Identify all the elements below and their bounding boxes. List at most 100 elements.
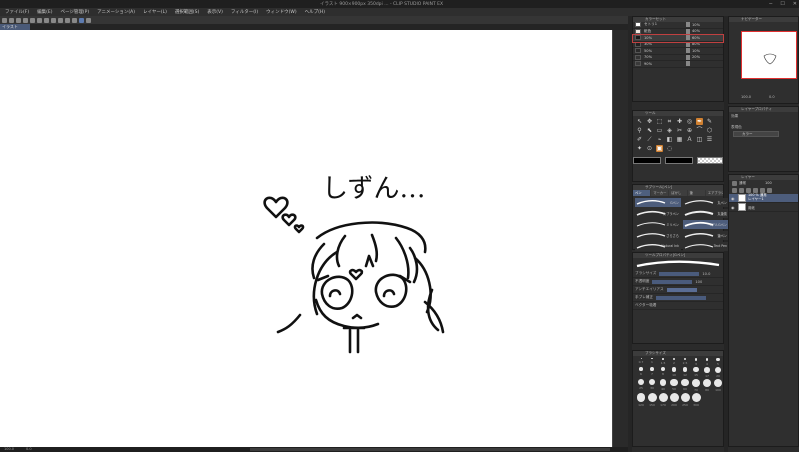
- menu-animation[interactable]: アニメーション(A): [97, 9, 135, 15]
- prop-antialias[interactable]: アンチエイリアス: [633, 286, 723, 294]
- select-tool-icon[interactable]: ⬚: [656, 118, 663, 125]
- eyedropper-tool-icon[interactable]: ◎: [686, 118, 693, 125]
- tab-blur[interactable]: ぼかし: [669, 190, 687, 196]
- brush-item[interactable]: 丸筆風: [683, 209, 729, 218]
- expression-color-select[interactable]: カラー: [733, 131, 779, 137]
- transform-icon[interactable]: [44, 17, 49, 23]
- brush-size-item[interactable]: 30: [647, 379, 657, 392]
- clip-icon[interactable]: [739, 188, 744, 193]
- canvas-vertical-scrollbar[interactable]: [612, 30, 628, 447]
- brush-size-item[interactable]: 80: [702, 379, 712, 392]
- brush-size-item[interactable]: 120: [636, 393, 646, 407]
- menu-filter[interactable]: フィルター(I): [231, 9, 258, 15]
- menu-window[interactable]: ウィンドウ(W): [266, 9, 296, 15]
- brush-size-item[interactable]: 170: [658, 393, 668, 407]
- balloon-tool-icon[interactable]: ◫: [696, 136, 703, 143]
- shape-tool-icon[interactable]: ⬡: [706, 127, 713, 134]
- brush-item[interactable]: さらさら: [635, 231, 681, 240]
- navigator-zoom[interactable]: 100.0: [741, 95, 751, 99]
- prop-stabilization[interactable]: 手ブレ補正: [633, 294, 723, 302]
- brush-size-item[interactable]: 3: [691, 358, 701, 366]
- menu-file[interactable]: ファイル(F): [5, 9, 29, 15]
- brush-item[interactable]: Text Pen: [683, 242, 729, 251]
- text-tool-icon[interactable]: Ａ: [686, 136, 693, 143]
- brush-size-item[interactable]: 200: [669, 393, 679, 407]
- correct-line-tool-icon[interactable]: ▣: [656, 145, 663, 152]
- menu-view[interactable]: 表示(V): [207, 9, 223, 15]
- brush-size-item[interactable]: 2: [669, 358, 679, 366]
- snap-special-icon[interactable]: [79, 17, 84, 23]
- maximize-button[interactable]: ☐: [780, 0, 784, 8]
- brush-size-item[interactable]: 40: [658, 379, 668, 392]
- brush-size-item[interactable]: 25: [636, 379, 646, 392]
- brush-item[interactable]: Gペン: [635, 198, 681, 207]
- color-swatch[interactable]: [635, 28, 641, 34]
- fill-tool-icon[interactable]: ◈: [666, 127, 673, 134]
- object-tool-icon[interactable]: ⬉: [646, 127, 653, 134]
- transform-tool-icon[interactable]: ✥: [646, 118, 653, 125]
- snap-ruler-icon[interactable]: [65, 17, 70, 23]
- frame-tool-icon[interactable]: ▦: [676, 136, 683, 143]
- brush-size-item[interactable]: 50: [669, 379, 679, 392]
- brush-size-item[interactable]: 100: [713, 379, 723, 392]
- pen-tool-icon[interactable]: ✒: [696, 118, 703, 125]
- navigator-angle[interactable]: 0.0: [769, 95, 775, 99]
- brush-size-item[interactable]: 1.5: [658, 358, 668, 366]
- move-tool-icon[interactable]: ↖: [636, 118, 643, 125]
- navigator-preview[interactable]: [741, 31, 797, 79]
- line-tool-icon[interactable]: ⟋: [646, 136, 653, 143]
- tab-airbrush[interactable]: エアブラシ: [705, 190, 724, 196]
- canvas-paper[interactable]: しずん…: [0, 30, 612, 447]
- save-icon[interactable]: [16, 17, 21, 23]
- ruler-tool-icon[interactable]: ☰: [706, 136, 713, 143]
- sub-color-swatch[interactable]: [665, 157, 693, 164]
- new-icon[interactable]: [2, 17, 7, 23]
- close-button[interactable]: ✕: [793, 0, 797, 8]
- prop-brush-size[interactable]: ブラシサイズ 10.0: [633, 270, 723, 278]
- brush-item[interactable]: 筆ペン: [683, 231, 729, 240]
- status-angle[interactable]: 0.0: [26, 447, 32, 452]
- brush-size-item[interactable]: 5: [713, 358, 723, 366]
- eraser-tool-icon[interactable]: ◌: [666, 145, 673, 152]
- minimize-button[interactable]: ─: [769, 0, 772, 8]
- zoom-tool-icon[interactable]: ✚: [676, 118, 683, 125]
- brush-size-item[interactable]: 17: [702, 367, 712, 378]
- cut-tool-icon[interactable]: ✂: [676, 127, 683, 134]
- color-swatch[interactable]: [635, 48, 641, 54]
- brush-size-item[interactable]: 2.5: [680, 358, 690, 366]
- brush-size-item[interactable]: 0.7: [636, 358, 646, 366]
- color-swatch[interactable]: [635, 22, 641, 28]
- invert-icon[interactable]: [58, 17, 63, 23]
- color-swatch[interactable]: [635, 35, 641, 41]
- main-color-swatch[interactable]: [633, 157, 661, 164]
- brush-size-item[interactable]: 8: [658, 367, 668, 378]
- tab-pen[interactable]: ペン: [633, 190, 651, 196]
- menu-page[interactable]: ページ管理(P): [60, 9, 89, 15]
- rect-tool-icon[interactable]: ▭: [656, 127, 663, 134]
- color-swatch[interactable]: [635, 54, 641, 60]
- lock-icon[interactable]: [732, 188, 737, 193]
- layer-row[interactable]: ◉ 用紙: [729, 203, 798, 212]
- brush-size-item[interactable]: 10: [669, 367, 679, 378]
- prop-vector-snap[interactable]: ベクター吸着: [633, 302, 723, 310]
- transparent-color-swatch[interactable]: [697, 157, 723, 164]
- snap-grid-icon[interactable]: [72, 17, 77, 23]
- menu-help[interactable]: ヘルプ(H): [305, 9, 325, 15]
- brush-size-item[interactable]: 12: [680, 367, 690, 378]
- brush-item[interactable]: カブラペン: [635, 209, 681, 218]
- opacity-value[interactable]: 100: [765, 181, 772, 186]
- brush-size-item[interactable]: 70: [691, 379, 701, 392]
- undo-icon[interactable]: [23, 17, 28, 23]
- color-swatch[interactable]: [635, 61, 641, 67]
- brush-size-item[interactable]: 20: [713, 367, 723, 378]
- stabilization-slider[interactable]: [655, 295, 706, 300]
- brush-size-item[interactable]: 7: [647, 367, 657, 378]
- brush-item[interactable]: リアルGペン: [683, 220, 729, 229]
- brush-size-item[interactable]: 4: [702, 358, 712, 366]
- eye-icon[interactable]: ◉: [731, 196, 736, 201]
- brush-size-item[interactable]: 15: [691, 367, 701, 378]
- blend-tool-icon[interactable]: ⌁: [656, 136, 663, 143]
- blend-mode-select[interactable]: 通常: [739, 181, 763, 186]
- menu-layer[interactable]: レイヤー(L): [143, 9, 167, 15]
- tab-brush[interactable]: 筆: [687, 190, 705, 196]
